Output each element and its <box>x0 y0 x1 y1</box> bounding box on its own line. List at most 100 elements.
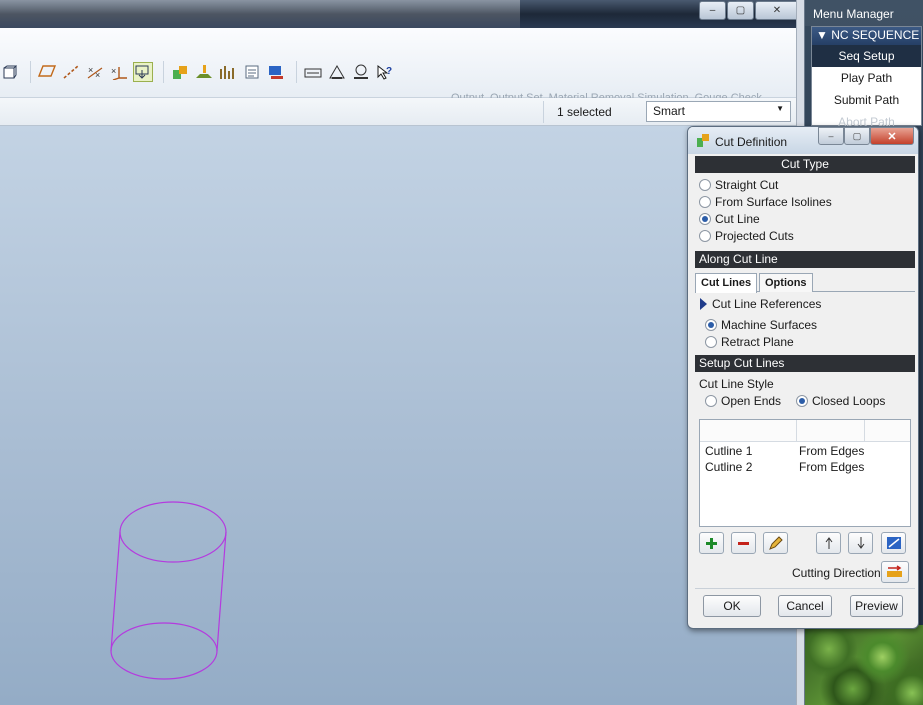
remove-cutline-button[interactable] <box>731 532 756 554</box>
nc-sequence-header[interactable]: ▼ NC SEQUENCE <box>812 27 921 45</box>
selection-bar: 1 selected Smart ▼ <box>0 98 803 126</box>
selection-filter-dropdown[interactable]: Smart ▼ <box>646 101 791 122</box>
radio-button-selected[interactable] <box>699 213 711 225</box>
annotation-icon[interactable] <box>133 62 153 82</box>
move-up-button[interactable] <box>816 532 841 554</box>
measure-angle-icon[interactable] <box>327 62 347 82</box>
selection-count: 1 selected <box>557 105 612 119</box>
coordinate-system-icon[interactable]: × <box>109 62 129 82</box>
dialog-maximize-button[interactable]: ▢ <box>844 127 870 145</box>
toolbar: × × × ? <box>0 28 803 104</box>
dialog-caption-buttons: – ▢ ✕ <box>818 127 914 145</box>
cutting-direction-icon <box>887 565 902 577</box>
operation-icon[interactable] <box>242 62 262 82</box>
window-caption-buttons: – ▢ ✕ <box>698 1 799 20</box>
radio-label: Projected Cuts <box>715 229 794 243</box>
selection-filter-value: Smart <box>653 104 686 118</box>
cutline-source: From Edges <box>799 460 865 474</box>
radio-button-selected[interactable] <box>705 319 717 331</box>
cut-type-cut-line[interactable]: Cut Line <box>699 212 760 226</box>
cut-type-straight-cut[interactable]: Straight Cut <box>699 178 778 192</box>
measure-distance-icon[interactable] <box>303 62 323 82</box>
tab-options[interactable]: Options <box>759 273 813 292</box>
cutlines-table[interactable]: Cutline 1 From Edges Cutline 2 From Edge… <box>699 419 911 527</box>
radio-button[interactable] <box>699 196 711 208</box>
edit-cutline-button[interactable] <box>763 532 788 554</box>
cut-definition-icon <box>697 134 709 147</box>
cut-definition-dialog: Cut Definition – ▢ ✕ Cut Type Straight C… <box>687 126 919 629</box>
radio-button-selected[interactable] <box>796 395 808 407</box>
svg-text:?: ? <box>386 66 392 77</box>
window-titlebar: – ▢ ✕ <box>0 0 803 28</box>
cut-type-projected-cuts[interactable]: Projected Cuts <box>699 229 794 243</box>
nc-sequence-label: NC SEQUENCE <box>831 28 920 42</box>
minimize-button[interactable]: – <box>699 1 726 20</box>
cut-type-surface-isolines[interactable]: From Surface Isolines <box>699 195 832 209</box>
datum-point-icon[interactable]: × × <box>85 62 105 82</box>
close-button[interactable]: ✕ <box>755 1 799 20</box>
display-icon <box>886 537 901 549</box>
box-icon[interactable] <box>0 62 20 82</box>
style-open-ends[interactable]: Open Ends <box>705 394 781 408</box>
menu-manager-panel: ▼ NC SEQUENCE Seq Setup Play Path Submit… <box>811 26 922 129</box>
menu-manager-title: Menu Manager <box>805 0 923 26</box>
column-header-source[interactable] <box>797 420 865 442</box>
move-down-button[interactable] <box>848 532 873 554</box>
datum-plane-icon[interactable] <box>37 62 57 82</box>
add-cutline-button[interactable] <box>699 532 724 554</box>
menu-item-seq-setup[interactable]: Seq Setup <box>812 45 921 67</box>
minus-icon <box>738 541 749 545</box>
style-closed-loops[interactable]: Closed Loops <box>796 394 885 408</box>
cut-line-references[interactable]: Cut Line References <box>700 297 821 311</box>
titlebar-glass <box>0 0 520 28</box>
plus-icon <box>706 537 717 549</box>
column-header-name[interactable] <box>700 420 797 442</box>
svg-text:×: × <box>88 65 93 75</box>
tab-cut-lines[interactable]: Cut Lines <box>695 273 758 293</box>
cancel-button[interactable]: Cancel <box>778 595 832 617</box>
chevron-down-icon: ▼ <box>776 104 784 113</box>
table-row[interactable]: Cutline 2 From Edges <box>705 460 864 474</box>
dialog-minimize-button[interactable]: – <box>818 127 844 145</box>
status-separator <box>543 101 544 123</box>
dialog-title: Cut Definition <box>715 135 788 149</box>
toolbar-separator <box>163 61 164 83</box>
cylinder-model[interactable] <box>0 126 803 705</box>
workcell-icon[interactable] <box>266 62 286 82</box>
cut-type-header: Cut Type <box>695 156 915 173</box>
triangle-down-icon: ▼ <box>816 28 828 42</box>
dialog-close-button[interactable]: ✕ <box>870 127 914 145</box>
cutting-direction-button[interactable] <box>881 561 909 583</box>
datum-axis-icon[interactable] <box>61 62 81 82</box>
ok-button[interactable]: OK <box>703 595 761 617</box>
radio-button[interactable] <box>699 179 711 191</box>
radio-button[interactable] <box>705 395 717 407</box>
whats-this-help-icon[interactable]: ? <box>375 62 395 82</box>
cut-line-references-label: Cut Line References <box>712 297 822 311</box>
ref-machine-surfaces[interactable]: Machine Surfaces <box>705 318 817 332</box>
radio-label: Open Ends <box>721 394 782 408</box>
cutting-direction-label: Cutting Direction <box>792 566 881 580</box>
menu-item-play-path[interactable]: Play Path <box>812 67 921 89</box>
menu-item-submit-path[interactable]: Submit Path <box>812 89 921 111</box>
dialog-titlebar: Cut Definition – ▢ ✕ <box>688 127 918 154</box>
along-cut-line-header: Along Cut Line <box>695 251 915 268</box>
toolbar-icons: × × × ? <box>0 58 399 86</box>
fixture-icon[interactable] <box>218 62 238 82</box>
radio-button[interactable] <box>699 230 711 242</box>
mill-surface-icon[interactable] <box>194 62 214 82</box>
cutline-display-button[interactable] <box>881 532 906 554</box>
mill-window-icon[interactable] <box>170 62 190 82</box>
maximize-button[interactable]: ▢ <box>727 1 754 20</box>
radio-label: Straight Cut <box>715 178 779 192</box>
svg-text:×: × <box>111 66 116 76</box>
toolbar-separator <box>296 61 297 83</box>
table-row[interactable]: Cutline 1 From Edges <box>705 444 864 458</box>
radio-label: Machine Surfaces <box>721 318 818 332</box>
ref-retract-plane[interactable]: Retract Plane <box>705 335 794 349</box>
radio-button[interactable] <box>705 336 717 348</box>
preview-button[interactable]: Preview <box>850 595 903 617</box>
setup-cut-lines-header: Setup Cut Lines <box>695 355 915 372</box>
measure-diameter-icon[interactable] <box>351 62 371 82</box>
graphics-viewport[interactable] <box>0 126 803 705</box>
